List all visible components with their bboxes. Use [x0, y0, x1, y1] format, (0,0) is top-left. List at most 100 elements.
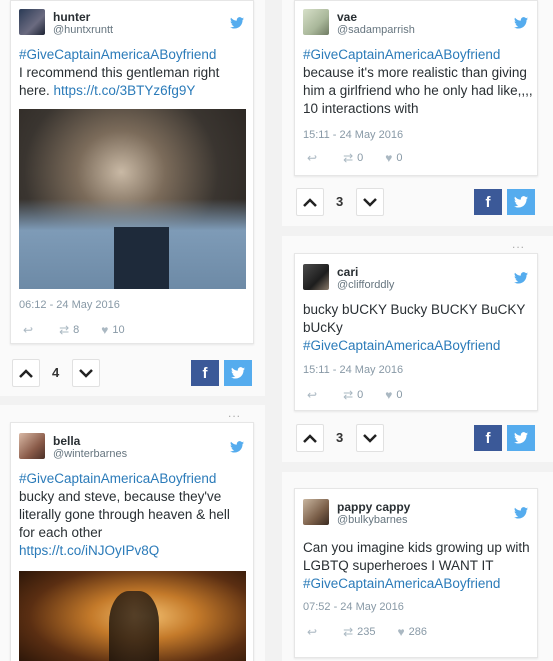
tweet-timestamp[interactable]: 15:11 - 24 May 2016	[303, 129, 403, 141]
downvote-button[interactable]	[356, 424, 384, 452]
retweet-count: 0	[357, 389, 364, 401]
facebook-share-button[interactable]: f	[474, 189, 502, 215]
downvote-button[interactable]	[72, 359, 100, 387]
post-panel: ... bella @winterbarnes #GiveCaptainAmer…	[0, 405, 265, 661]
tweet-card: vae @sadamparrish #GiveCaptainAmericaABo…	[294, 0, 538, 176]
tweet-timestamp[interactable]: 15:11 - 24 May 2016	[303, 364, 403, 376]
tweet-actions: ↩ ⇄ 0 ♥ 0	[307, 151, 425, 165]
avatar[interactable]	[19, 9, 45, 35]
chevron-down-icon	[363, 433, 377, 443]
more-options-icon[interactable]: ...	[228, 406, 241, 420]
retweet-icon[interactable]: ⇄	[343, 388, 353, 402]
tweet-text: #GiveCaptainAmericaABoyfriend because it…	[303, 46, 533, 118]
retweet-count: 0	[357, 152, 364, 164]
hashtag-link[interactable]: #GiveCaptainAmericaABoyfriend	[303, 338, 500, 353]
reply-icon[interactable]: ↩	[307, 388, 317, 402]
vote-bar: 3 f	[294, 186, 550, 220]
tweet-url[interactable]: https://t.co/iNJOyIPv8Q	[19, 543, 159, 558]
tweet-text: Can you imagine kids growing up with LGB…	[303, 539, 535, 593]
author-handle[interactable]: @sadamparrish	[337, 24, 415, 36]
twitter-bird-icon[interactable]	[514, 272, 528, 284]
post-panel: vae @sadamparrish #GiveCaptainAmericaABo…	[282, 0, 553, 226]
author-handle[interactable]: @huntxruntt	[53, 24, 113, 36]
facebook-share-button[interactable]: f	[191, 360, 219, 386]
vote-count: 4	[52, 365, 60, 380]
tweet-url[interactable]: https://t.co/3BTYz6fg9Y	[54, 83, 196, 98]
twitter-bird-icon[interactable]	[230, 17, 244, 29]
twitter-bird-icon[interactable]	[230, 441, 244, 453]
avatar[interactable]	[303, 264, 329, 290]
tweet-actions: ↩ ⇄ 235 ♥ 286	[307, 625, 449, 639]
retweet-count: 8	[73, 324, 80, 336]
tweet-timestamp[interactable]: 06:12 - 24 May 2016	[19, 299, 120, 311]
chevron-up-icon	[303, 433, 317, 443]
like-count: 10	[112, 324, 125, 336]
vote-count: 3	[336, 194, 344, 209]
twitter-bird-icon[interactable]	[514, 17, 528, 29]
twitter-share-button[interactable]	[507, 425, 535, 451]
tweet-card: hunter @huntxruntt #GiveCaptainAmericaAB…	[10, 0, 254, 344]
retweet-icon[interactable]: ⇄	[343, 625, 353, 639]
chevron-up-icon	[303, 197, 317, 207]
hashtag-link[interactable]: #GiveCaptainAmericaABoyfriend	[19, 471, 216, 486]
like-icon[interactable]: ♥	[397, 625, 404, 639]
author-handle[interactable]: @clifforddly	[337, 279, 394, 291]
facebook-share-button[interactable]: f	[474, 425, 502, 451]
avatar[interactable]	[19, 433, 45, 459]
reply-icon[interactable]: ↩	[307, 625, 317, 639]
chevron-down-icon	[363, 197, 377, 207]
like-icon[interactable]: ♥	[385, 388, 392, 402]
avatar[interactable]	[303, 9, 329, 35]
retweet-icon[interactable]: ⇄	[343, 151, 353, 165]
upvote-button[interactable]	[296, 188, 324, 216]
tweet-body: bucky bUCKY Bucky BUCKY BuCKY bUcKy	[303, 302, 526, 335]
twitter-share-button[interactable]	[507, 189, 535, 215]
like-count: 286	[408, 626, 427, 638]
upvote-button[interactable]	[296, 424, 324, 452]
tweet-body: Can you imagine kids growing up with LGB…	[303, 540, 530, 573]
author-name[interactable]: hunter	[53, 10, 90, 24]
tweet-photo[interactable]	[19, 571, 246, 661]
like-icon[interactable]: ♥	[385, 151, 392, 165]
twitter-bird-icon	[231, 367, 245, 379]
upvote-button[interactable]	[12, 359, 40, 387]
author-name[interactable]: bella	[53, 434, 80, 448]
downvote-button[interactable]	[356, 188, 384, 216]
tweet-text: bucky bUCKY Bucky BUCKY BuCKY bUcKy #Giv…	[303, 301, 533, 355]
reply-icon[interactable]: ↩	[23, 323, 33, 337]
retweet-icon[interactable]: ⇄	[59, 323, 69, 337]
like-count: 0	[396, 389, 403, 401]
vote-bar: 3 f	[294, 422, 550, 456]
hashtag-link[interactable]: #GiveCaptainAmericaABoyfriend	[19, 47, 216, 62]
vote-count: 3	[336, 430, 344, 445]
author-name[interactable]: pappy cappy	[337, 500, 410, 514]
post-panel: pappy cappy @bulkybarnes Can you imagine…	[282, 472, 553, 661]
chevron-down-icon	[79, 368, 93, 378]
tweet-card: cari @clifforddly bucky bUCKY Bucky BUCK…	[294, 253, 538, 411]
twitter-bird-icon[interactable]	[514, 507, 528, 519]
author-handle[interactable]: @winterbarnes	[53, 448, 127, 460]
more-options-icon[interactable]: ...	[512, 237, 525, 251]
avatar[interactable]	[303, 499, 329, 525]
twitter-bird-icon	[514, 196, 528, 208]
twitter-bird-icon	[514, 432, 528, 444]
tweet-body: because it's more realistic than giving …	[303, 65, 533, 116]
hashtag-link[interactable]: #GiveCaptainAmericaABoyfriend	[303, 47, 500, 62]
tweet-photo[interactable]	[19, 109, 246, 289]
reply-icon[interactable]: ↩	[307, 151, 317, 165]
tweet-card: pappy cappy @bulkybarnes Can you imagine…	[294, 488, 538, 658]
tweet-actions: ↩ ⇄ 8 ♥ 10	[23, 323, 147, 337]
post-panel: hunter @huntxruntt #GiveCaptainAmericaAB…	[0, 0, 265, 396]
tweet-text: #GiveCaptainAmericaABoyfriend I recommen…	[19, 46, 249, 100]
author-handle[interactable]: @bulkybarnes	[337, 514, 407, 526]
twitter-share-button[interactable]	[224, 360, 252, 386]
vote-bar: 4 f	[10, 357, 260, 391]
tweet-actions: ↩ ⇄ 0 ♥ 0	[307, 388, 425, 402]
tweet-body: bucky and steve, because they've literal…	[19, 489, 230, 540]
tweet-timestamp[interactable]: 07:52 - 24 May 2016	[303, 601, 404, 613]
like-icon[interactable]: ♥	[101, 323, 108, 337]
author-name[interactable]: vae	[337, 10, 357, 24]
tweet-card: bella @winterbarnes #GiveCaptainAmericaA…	[10, 422, 254, 661]
hashtag-link[interactable]: #GiveCaptainAmericaABoyfriend	[303, 576, 500, 591]
author-name[interactable]: cari	[337, 265, 358, 279]
